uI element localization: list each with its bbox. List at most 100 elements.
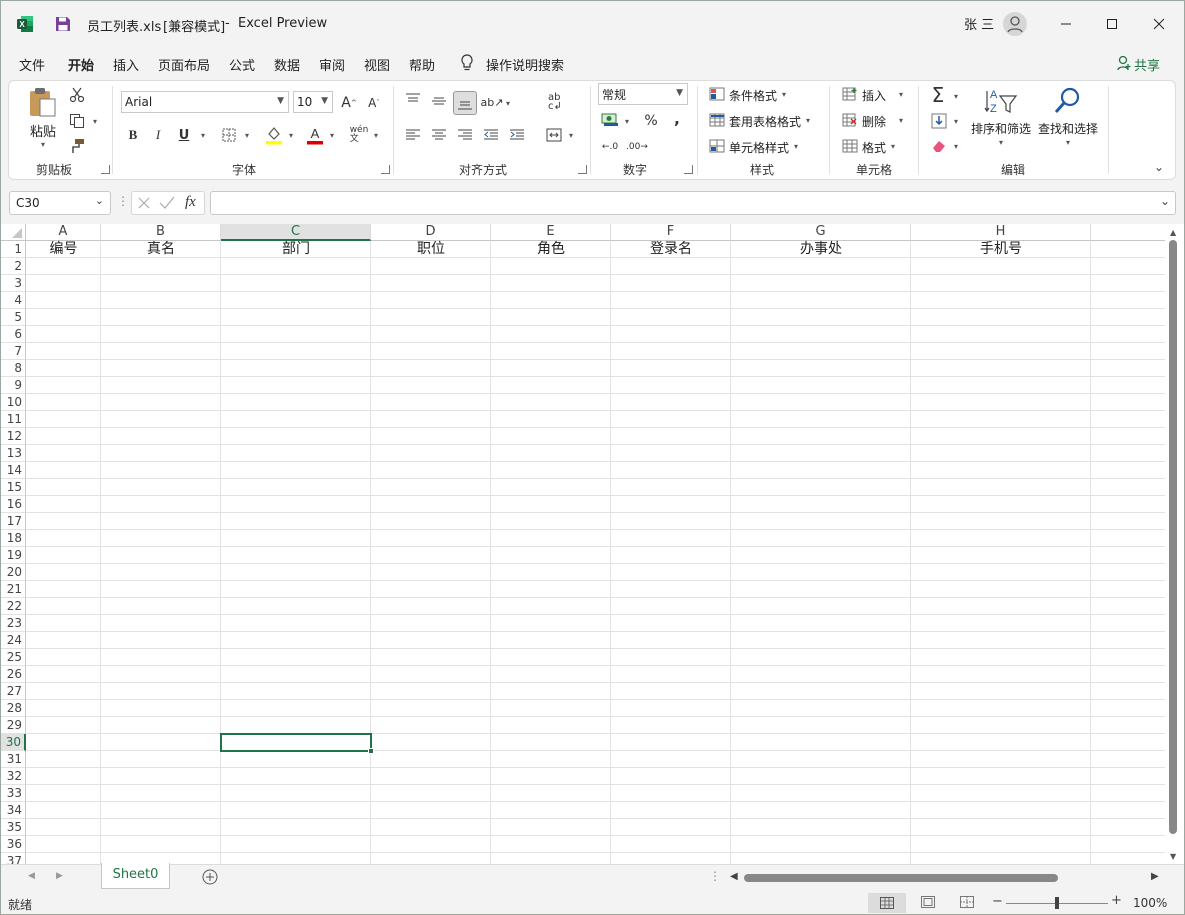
sheet-tab[interactable]: Sheet0	[101, 863, 170, 889]
row-header[interactable]: 28	[0, 700, 26, 717]
row-header[interactable]: 30	[0, 734, 26, 751]
sort-filter-icon[interactable]: AZ	[984, 86, 1018, 116]
row-header[interactable]: 27	[0, 683, 26, 700]
fill-icon[interactable]	[931, 113, 947, 129]
row-header[interactable]: 10	[0, 394, 26, 411]
header-cell[interactable]: 部门	[221, 241, 371, 258]
autosum-dropdown-icon[interactable]: ▾	[954, 92, 958, 101]
decrease-decimal-icon[interactable]: .00 →	[626, 138, 648, 156]
find-select-button[interactable]: 查找和选择	[1038, 120, 1098, 137]
row-header[interactable]: 16	[0, 496, 26, 513]
row-header[interactable]: 20	[0, 564, 26, 581]
row-header[interactable]: 2	[0, 258, 26, 275]
font-color-icon[interactable]: A	[305, 124, 325, 146]
formula-input[interactable]	[210, 191, 1176, 215]
vertical-scroll-thumb[interactable]	[1169, 240, 1177, 834]
percent-button[interactable]: %	[642, 112, 660, 130]
avatar[interactable]	[1003, 12, 1027, 36]
row-header[interactable]: 7	[0, 343, 26, 360]
row-header[interactable]: 22	[0, 598, 26, 615]
row-header[interactable]: 32	[0, 768, 26, 785]
align-bottom-icon[interactable]	[453, 91, 477, 115]
row-header[interactable]: 13	[0, 445, 26, 462]
font-launcher-icon[interactable]	[381, 165, 390, 174]
normal-view-icon[interactable]	[868, 893, 906, 913]
row-header[interactable]: 11	[0, 411, 26, 428]
row-header[interactable]: 3	[0, 275, 26, 292]
header-cell[interactable]: 登录名	[611, 241, 731, 258]
row-header[interactable]: 14	[0, 462, 26, 479]
fill-dropdown-icon[interactable]: ▾	[954, 117, 958, 126]
tab-splitter-icon[interactable]: ⋮	[709, 869, 721, 883]
add-sheet-icon[interactable]	[202, 869, 218, 885]
fill-handle[interactable]	[368, 748, 374, 754]
header-cell[interactable]: 真名	[101, 241, 221, 258]
row-header[interactable]: 31	[0, 751, 26, 768]
align-right-icon[interactable]	[455, 125, 475, 145]
column-header[interactable]: H	[911, 224, 1091, 241]
phonetic-icon[interactable]: wén 文	[348, 124, 370, 146]
row-header[interactable]: 33	[0, 785, 26, 802]
row-header[interactable]: 15	[0, 479, 26, 496]
share-icon[interactable]	[1117, 55, 1131, 71]
number-format-combo[interactable]: 常规 ▼	[598, 83, 688, 105]
align-top-icon[interactable]	[403, 90, 423, 110]
scroll-left-icon[interactable]: ◀	[730, 871, 738, 882]
format-as-table-icon[interactable]	[709, 113, 725, 127]
cancel-icon[interactable]	[137, 196, 151, 210]
format-cells-dropdown-icon[interactable]: ▾	[891, 142, 895, 151]
row-header[interactable]: 17	[0, 513, 26, 530]
orientation-icon[interactable]: ab↗	[481, 92, 504, 112]
header-cell[interactable]: 角色	[491, 241, 611, 258]
row-header[interactable]: 29	[0, 717, 26, 734]
paste-dropdown-icon[interactable]: ▾	[41, 140, 45, 149]
conditional-format-dropdown-icon[interactable]: ▾	[782, 90, 786, 99]
select-all-corner[interactable]	[0, 224, 26, 241]
collapse-ribbon-icon[interactable]: ⌄	[1154, 160, 1164, 174]
align-left-icon[interactable]	[403, 125, 423, 145]
alignment-launcher-icon[interactable]	[578, 165, 587, 174]
font-size-combo[interactable]: 10 ▼	[293, 91, 333, 113]
horizontal-scroll-thumb[interactable]	[744, 874, 1058, 882]
maximize-button[interactable]	[1089, 0, 1135, 48]
row-header[interactable]: 36	[0, 836, 26, 853]
sort-filter-dropdown-icon[interactable]: ▾	[999, 138, 1003, 147]
autosum-icon[interactable]: Σ	[928, 83, 948, 107]
menu-home[interactable]: 开始	[68, 55, 94, 74]
column-header[interactable]: G	[731, 224, 911, 241]
row-header[interactable]: 23	[0, 615, 26, 632]
format-painter-icon[interactable]	[68, 137, 86, 155]
lightbulb-icon[interactable]	[460, 54, 474, 72]
font-color-dropdown-icon[interactable]: ▾	[330, 131, 334, 140]
decrease-indent-icon[interactable]	[481, 125, 501, 145]
header-cell[interactable]: 办事处	[731, 241, 911, 258]
increase-decimal-icon[interactable]: ← .0	[600, 138, 620, 156]
find-select-icon[interactable]	[1053, 86, 1083, 116]
next-sheet-icon[interactable]: ▶	[56, 871, 63, 881]
column-header[interactable]: E	[491, 224, 611, 241]
selected-cell[interactable]	[220, 733, 372, 752]
currency-icon[interactable]	[600, 111, 620, 129]
borders-icon[interactable]	[220, 126, 238, 144]
fill-color-icon[interactable]	[264, 124, 284, 146]
share-button[interactable]: 共享	[1134, 55, 1160, 74]
borders-dropdown-icon[interactable]: ▾	[245, 131, 249, 140]
menu-page-layout[interactable]: 页面布局	[158, 55, 210, 74]
wrap-text-icon[interactable]: ab c↲	[545, 90, 565, 114]
row-header[interactable]: 9	[0, 377, 26, 394]
number-launcher-icon[interactable]	[684, 165, 693, 174]
row-header[interactable]: 4	[0, 292, 26, 309]
zoom-slider-thumb[interactable]	[1055, 897, 1059, 909]
insert-function-button[interactable]: fx	[185, 194, 196, 211]
row-header[interactable]: 12	[0, 428, 26, 445]
underline-dropdown-icon[interactable]: ▾	[201, 131, 205, 140]
menu-help[interactable]: 帮助	[409, 55, 435, 74]
menu-view[interactable]: 视图	[364, 55, 390, 74]
row-header[interactable]: 6	[0, 326, 26, 343]
currency-dropdown-icon[interactable]: ▾	[625, 117, 629, 126]
delete-cells-button[interactable]: 删除	[862, 113, 886, 130]
column-header[interactable]: D	[371, 224, 491, 241]
clear-dropdown-icon[interactable]: ▾	[954, 142, 958, 151]
more-options-icon[interactable]: ⋮	[117, 194, 129, 208]
format-cells-icon[interactable]	[842, 139, 858, 153]
